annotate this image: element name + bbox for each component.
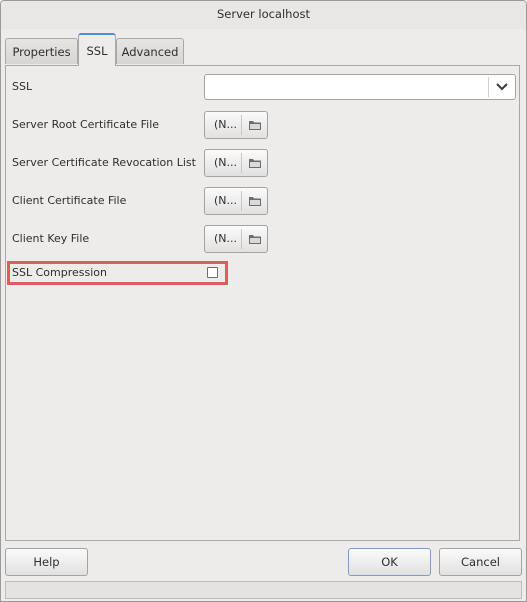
folder-icon [249, 235, 261, 244]
chooser-separator [241, 191, 242, 211]
client-cert-chooser[interactable]: (N... [204, 187, 268, 215]
ssl-mode-label: SSL [12, 80, 33, 93]
client-key-value: (N... [214, 232, 238, 245]
dialog-title: Server localhost [1, 1, 526, 29]
server-crl-chooser[interactable]: (N... [204, 149, 268, 177]
tab-advanced[interactable]: Advanced [116, 38, 184, 64]
ok-button[interactable]: OK [348, 548, 431, 576]
chooser-separator [241, 115, 242, 135]
folder-icon [249, 197, 261, 206]
client-key-chooser[interactable]: (N... [204, 225, 268, 253]
ssl-compression-checkbox[interactable] [207, 267, 218, 278]
cancel-button[interactable]: Cancel [439, 548, 522, 576]
chooser-separator [241, 153, 242, 173]
tab-properties[interactable]: Properties [5, 38, 78, 64]
server-root-cert-chooser[interactable]: (N... [204, 111, 268, 139]
client-key-label: Client Key File [12, 232, 90, 245]
tab-ssl[interactable]: SSL [78, 33, 116, 66]
status-bar [5, 581, 522, 599]
help-button[interactable]: Help [5, 548, 88, 576]
folder-icon [249, 159, 261, 168]
chevron-down-icon[interactable] [489, 75, 515, 99]
server-crl-label: Server Certificate Revocation List [12, 156, 196, 169]
ssl-mode-select[interactable] [204, 74, 516, 100]
folder-icon [249, 121, 261, 130]
client-cert-value: (N... [214, 194, 238, 207]
chooser-separator [241, 229, 242, 249]
ssl-compression-label: SSL Compression [12, 266, 107, 279]
server-properties-dialog: Server localhost Properties SSL Advanced… [0, 0, 527, 602]
server-root-cert-value: (N... [214, 118, 238, 131]
server-root-cert-label: Server Root Certificate File [12, 118, 160, 131]
ssl-tab-panel: SSL Server Root Certificate File (N... S… [5, 65, 520, 541]
client-cert-label: Client Certificate File [12, 194, 127, 207]
server-crl-value: (N... [214, 156, 238, 169]
